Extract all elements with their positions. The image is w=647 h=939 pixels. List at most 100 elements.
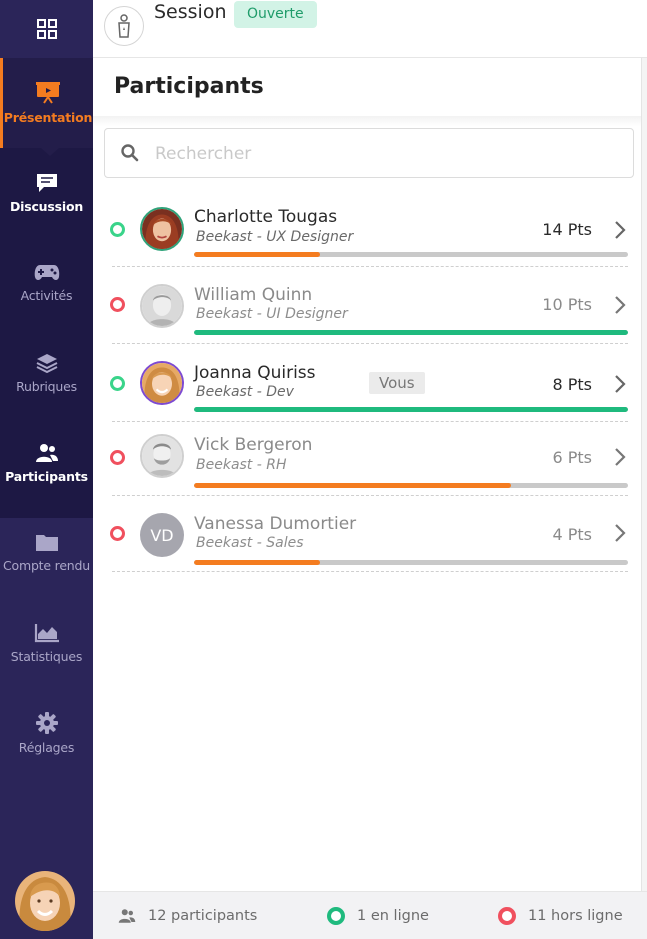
- offline-count-label: 11 hors ligne: [528, 908, 623, 924]
- user-photo-icon: [142, 286, 182, 326]
- session-header: Session Ouverte: [93, 0, 647, 58]
- session-status-badge: Ouverte: [234, 1, 317, 28]
- participant-role: Beekast - UX Designer: [196, 229, 354, 245]
- sidebar-item-rubriques[interactable]: Rubriques: [0, 328, 93, 418]
- participant-row[interactable]: Vick Bergeron Beekast - RH 6 Pts: [104, 426, 634, 502]
- online-status-icon: [327, 907, 345, 925]
- total-participants-label: 12 participants: [148, 908, 258, 924]
- total-participants: 12 participants: [118, 892, 257, 939]
- participants-footer: 12 participants 1 en ligne 11 hors ligne: [93, 891, 647, 939]
- user-photo-icon: [15, 871, 75, 931]
- sidebar-item-label: Participants: [5, 468, 88, 484]
- participant-role: Beekast - Sales: [196, 535, 304, 551]
- sidebar-item-label: Compte rendu: [3, 558, 90, 573]
- avatar-initials: VD: [150, 525, 174, 545]
- sidebar-item-activites[interactable]: Activités: [0, 238, 93, 328]
- offline-status-icon: [110, 450, 125, 465]
- sidebar: Présentation Discussion Activités Rubriq…: [0, 0, 93, 939]
- current-user-avatar[interactable]: [15, 871, 75, 931]
- apps-grid-button[interactable]: [0, 0, 93, 58]
- progress-fill: [194, 483, 511, 488]
- online-status-icon: [110, 376, 125, 391]
- participant-name: Vick Bergeron: [194, 435, 313, 455]
- progress-bar: [194, 407, 628, 412]
- participant-points: 8 Pts: [552, 375, 592, 394]
- sidebar-item-presentation[interactable]: Présentation: [0, 58, 93, 156]
- progress-bar: [194, 483, 628, 488]
- user-photo-icon: [142, 209, 182, 249]
- chart-icon: [34, 623, 59, 642]
- participant-points: 4 Pts: [552, 525, 592, 544]
- participant-avatar: [140, 434, 184, 478]
- participant-points: 10 Pts: [542, 295, 592, 314]
- participant-name: William Quinn: [194, 285, 313, 305]
- user-photo-icon: [142, 363, 182, 403]
- page-title: Participants: [114, 74, 264, 99]
- chat-icon: [36, 173, 57, 192]
- participant-avatar: [140, 284, 184, 328]
- you-tag: Vous: [369, 372, 425, 394]
- sidebar-item-label: Présentation: [3, 109, 93, 125]
- session-title: Session: [154, 1, 227, 23]
- sidebar-item-label: Rubriques: [16, 378, 77, 394]
- grid-icon: [36, 19, 57, 39]
- progress-bar: [194, 330, 628, 335]
- participant-row[interactable]: Charlotte Tougas Beekast - UX Designer 1…: [104, 195, 634, 271]
- online-count-label: 1 en ligne: [357, 908, 429, 924]
- sidebar-item-discussion[interactable]: Discussion: [0, 148, 93, 238]
- user-photo-icon: [142, 436, 182, 476]
- chevron-right-icon: [615, 448, 626, 466]
- sidebar-item-statistiques[interactable]: Statistiques: [0, 598, 93, 688]
- app: Présentation Discussion Activités Rubriq…: [0, 0, 647, 939]
- presentation-icon: [36, 81, 60, 104]
- online-status-icon: [110, 222, 125, 237]
- progress-bar: [194, 252, 628, 257]
- participant-row[interactable]: VD Vanessa Dumortier Beekast - Sales 4 P…: [104, 504, 634, 580]
- users-icon: [35, 443, 58, 462]
- participant-avatar: [140, 361, 184, 405]
- participant-points: 6 Pts: [552, 448, 592, 467]
- participant-avatar: VD: [140, 513, 184, 557]
- participant-points: 14 Pts: [542, 220, 592, 239]
- users-icon: [118, 909, 136, 923]
- search-box: [104, 128, 634, 178]
- progress-fill: [194, 330, 628, 335]
- sidebar-item-label: Réglages: [18, 739, 75, 755]
- scrollbar[interactable]: [641, 58, 647, 891]
- offline-count: 11 hors ligne: [498, 892, 623, 939]
- offline-status-icon: [110, 526, 125, 541]
- sidebar-item-participants[interactable]: Participants: [0, 418, 93, 508]
- participant-role: Beekast - UI Designer: [196, 306, 348, 322]
- participant-row[interactable]: Joanna Quiriss Vous Beekast - Dev 8 Pts: [104, 350, 634, 426]
- search-input[interactable]: [155, 139, 615, 169]
- participant-name: Vanessa Dumortier: [194, 514, 357, 534]
- progress-fill: [194, 407, 628, 412]
- sidebar-item-reglages[interactable]: Réglages: [0, 688, 93, 778]
- chevron-right-icon: [615, 524, 626, 542]
- sidebar-item-label: Statistiques: [10, 648, 83, 664]
- chevron-right-icon: [615, 221, 626, 239]
- chevron-right-icon: [615, 296, 626, 314]
- progress-fill: [194, 560, 320, 565]
- folder-icon: [35, 535, 58, 551]
- online-count: 1 en ligne: [327, 892, 429, 939]
- participant-role: Beekast - Dev: [196, 384, 294, 400]
- chevron-right-icon: [615, 375, 626, 393]
- offline-status-icon: [498, 907, 516, 925]
- layers-icon: [36, 353, 57, 373]
- search-icon: [121, 144, 139, 162]
- progress-bar: [194, 560, 628, 565]
- podium-icon: [118, 14, 130, 38]
- progress-fill: [194, 252, 320, 257]
- sidebar-item-label: Activités: [20, 287, 73, 303]
- gamepad-icon: [34, 264, 59, 280]
- gear-icon: [35, 711, 58, 734]
- session-icon-button[interactable]: [104, 6, 144, 46]
- participant-role: Beekast - RH: [196, 457, 287, 473]
- participant-name: Charlotte Tougas: [194, 207, 338, 227]
- sidebar-item-compte-rendu[interactable]: Compte rendu: [0, 508, 93, 598]
- participant-row[interactable]: William Quinn Beekast - UI Designer 10 P…: [104, 272, 634, 348]
- sidebar-item-label: Discussion: [9, 198, 84, 214]
- offline-status-icon: [110, 297, 125, 312]
- participant-avatar: [140, 207, 184, 251]
